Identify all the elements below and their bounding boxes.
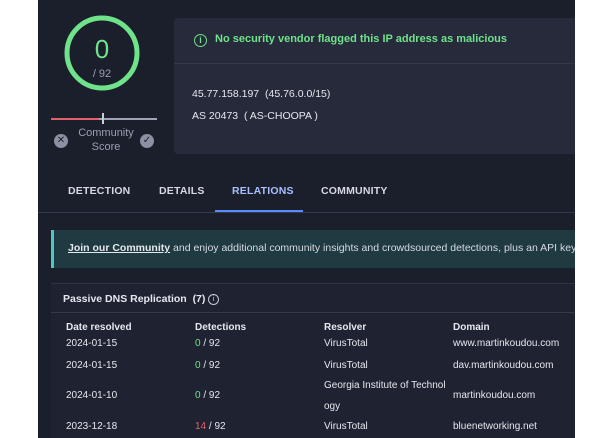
table-cell-domain[interactable]: martinkoudou.com bbox=[453, 390, 535, 401]
table-cell-resolver: VirusTotal bbox=[324, 421, 368, 432]
detections-total: / 92 bbox=[200, 390, 221, 401]
divider bbox=[51, 312, 575, 313]
join-community-link[interactable]: Join our Community bbox=[68, 242, 170, 254]
status-banner: i No security vendor flagged this IP add… bbox=[174, 18, 575, 64]
passive-dns-title-text: Passive DNS Replication bbox=[63, 293, 187, 305]
table-cell-domain[interactable]: dav.martinkoudou.com bbox=[453, 360, 553, 371]
table-cell-domain[interactable]: bluenetworking.net bbox=[453, 421, 537, 432]
detection-score: 0 / 92 bbox=[63, 14, 141, 92]
info-circle-icon[interactable]: i bbox=[208, 294, 219, 305]
table-cell-resolver: VirusTotal bbox=[324, 360, 368, 371]
community-score-label-line2: Score bbox=[91, 141, 121, 153]
table-cell-detections: 0 / 92 bbox=[195, 390, 220, 401]
table-cell-date: 2024-01-15 bbox=[66, 338, 118, 349]
table-cell-detections: 14 / 92 bbox=[195, 421, 226, 432]
column-header-date: Date resolved bbox=[66, 322, 132, 333]
community-score-bar bbox=[51, 118, 157, 120]
passive-dns-card: Passive DNS Replication (7) i Date resol… bbox=[51, 283, 575, 438]
community-banner-text: Join our Community and enjoy additional … bbox=[68, 242, 575, 254]
table-cell-detections: 0 / 92 bbox=[195, 338, 220, 349]
report-tabs: DETECTION DETAILS RELATIONS COMMUNITY bbox=[38, 170, 575, 213]
detections-total: / 92 bbox=[200, 338, 221, 349]
detections-total: / 92 bbox=[206, 421, 226, 432]
tab-relations[interactable]: RELATIONS bbox=[232, 185, 294, 197]
as-number[interactable]: AS 20473 bbox=[192, 110, 238, 122]
passive-dns-count: (7) bbox=[192, 293, 206, 305]
detections-count: 14 bbox=[195, 421, 207, 432]
column-header-detections: Detections bbox=[195, 322, 247, 333]
ip-address-line: 45.77.158.197 (45.76.0.0/15) bbox=[192, 88, 330, 100]
tab-details[interactable]: DETAILS bbox=[159, 185, 205, 197]
as-name: ( AS-CHOOPA ) bbox=[243, 110, 318, 122]
ip-range[interactable]: (45.76.0.0/15) bbox=[265, 88, 330, 100]
status-message: No security vendor flagged this IP addre… bbox=[215, 33, 508, 45]
table-cell-date: 2023-12-18 bbox=[66, 421, 118, 432]
column-header-resolver: Resolver bbox=[324, 322, 367, 333]
tab-detection[interactable]: DETECTION bbox=[68, 185, 130, 197]
tab-community[interactable]: COMMUNITY bbox=[321, 185, 388, 197]
table-cell-resolver: Georgia Institute of Technol bbox=[324, 380, 446, 391]
detection-score-total: / 92 bbox=[92, 68, 112, 80]
check-circle-icon[interactable]: ✓ bbox=[140, 134, 154, 148]
column-header-domain: Domain bbox=[453, 322, 490, 333]
community-score-label-line1: Community bbox=[78, 127, 134, 139]
table-cell-detections: 0 / 92 bbox=[195, 360, 220, 371]
detections-total: / 92 bbox=[200, 360, 221, 371]
table-cell-resolver: VirusTotal bbox=[324, 338, 368, 349]
info-circle-icon: i bbox=[194, 34, 207, 47]
community-score-label: Community Score bbox=[66, 126, 146, 154]
ip-info-card: i No security vendor flagged this IP add… bbox=[174, 18, 575, 154]
active-tab-indicator bbox=[215, 210, 303, 212]
community-banner-rest: and enjoy additional community insights … bbox=[170, 242, 575, 254]
community-banner: Join our Community and enjoy additional … bbox=[51, 230, 575, 268]
table-cell-date: 2024-01-15 bbox=[66, 360, 118, 371]
passive-dns-title: Passive DNS Replication (7) bbox=[63, 293, 205, 305]
ip-report-panel: 0 / 92 ✕ Community Score ✓ i No security… bbox=[38, 0, 575, 438]
table-cell-domain[interactable]: www.martinkoudou.com bbox=[453, 338, 559, 349]
table-cell-resolver-wrap: ogy bbox=[324, 401, 341, 412]
ip-address[interactable]: 45.77.158.197 bbox=[192, 88, 259, 100]
table-cell-date: 2024-01-10 bbox=[66, 390, 118, 401]
community-score-marker bbox=[102, 113, 104, 124]
as-line: AS 20473 ( AS-CHOOPA ) bbox=[192, 110, 318, 122]
detection-score-value: 0 bbox=[94, 34, 110, 64]
